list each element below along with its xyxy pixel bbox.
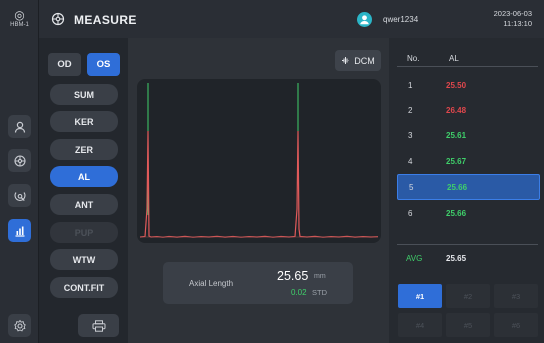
std-label: STD <box>312 288 327 297</box>
settings-icon <box>13 319 26 331</box>
readout-label: Axial Length <box>189 279 234 288</box>
column-header-no: No. <box>407 54 420 63</box>
avg-label: AVG <box>406 254 423 263</box>
printer-icon <box>92 319 105 332</box>
chart-nav-button[interactable] <box>8 219 31 242</box>
row-number: 2 <box>408 106 413 115</box>
sum-button[interactable]: SUM <box>50 84 118 105</box>
row-number: 5 <box>409 183 414 192</box>
row-number: 6 <box>408 209 413 218</box>
print-button[interactable] <box>78 314 119 337</box>
row-number: 4 <box>408 157 413 166</box>
settings-nav-button[interactable] <box>8 314 31 337</box>
username: qwer1234 <box>383 15 419 24</box>
row-al-value: 25.50 <box>446 81 467 90</box>
measurement-row[interactable]: 4 25.67 <box>397 149 540 174</box>
measurement-row[interactable]: 6 25.66 <box>397 201 540 226</box>
eye-scan-icon <box>13 191 26 201</box>
zer-button[interactable]: ZER <box>50 139 118 160</box>
row-al-value: 25.66 <box>447 183 468 192</box>
device-label: HBM-1 <box>10 22 29 28</box>
ker-button[interactable]: KER <box>50 111 118 132</box>
user-nav-button[interactable] <box>8 115 31 138</box>
measure-nav-button[interactable] <box>8 149 31 172</box>
datetime: 2023-06-03 11:13:10 <box>494 9 532 29</box>
dcm-button[interactable]: DCM <box>335 50 381 71</box>
user-avatar-icon[interactable] <box>357 12 372 27</box>
row-number: 3 <box>408 131 413 140</box>
row-al-value: 25.61 <box>446 131 467 140</box>
axial-length-value: 25.65 <box>277 269 309 283</box>
page-title: MEASURE <box>74 13 137 27</box>
os-toggle-button[interactable]: OS <box>87 53 120 76</box>
row-al-value: 25.66 <box>446 209 467 218</box>
avg-value: 25.65 <box>446 254 467 263</box>
pup-button: PUP <box>50 222 118 243</box>
user-icon <box>14 121 25 133</box>
measure-mode-icon <box>51 12 65 31</box>
header-divider <box>397 66 538 67</box>
axial-length-readout: Axial Length 25.65 mm 0.02 STD <box>163 262 353 304</box>
device-icon: ◎ <box>14 8 25 22</box>
date-text: 2023-06-03 <box>493 9 532 18</box>
dcm-label: DCM <box>354 55 375 66</box>
left-rail: ◎ HBM-1 <box>0 0 39 343</box>
row-al-value: 25.67 <box>446 157 467 166</box>
wtw-button[interactable]: WTW <box>50 249 118 270</box>
ant-button[interactable]: ANT <box>50 194 118 215</box>
axial-length-unit: mm <box>314 273 326 280</box>
top-header: MEASURE qwer1234 2023-06-03 11:13:10 <box>39 0 544 38</box>
slot-1-button[interactable]: #1 <box>398 284 442 308</box>
slot-4-button[interactable]: #4 <box>398 313 442 337</box>
chart-icon <box>15 226 24 237</box>
cont-fit-button[interactable]: CONT.FIT <box>50 277 118 298</box>
avg-divider <box>397 244 538 245</box>
slot-6-button[interactable]: #6 <box>494 313 538 337</box>
measurement-row[interactable]: 3 25.61 <box>397 123 540 148</box>
row-number: 1 <box>408 81 413 90</box>
slot-2-button[interactable]: #2 <box>446 284 490 308</box>
measurement-row-selected[interactable]: 5 25.66 <box>397 174 540 200</box>
waveform-trace <box>139 130 379 238</box>
measurement-row[interactable]: 1 25.50 <box>397 73 540 98</box>
od-toggle-button[interactable]: OD <box>48 53 81 76</box>
al-button[interactable]: AL <box>50 166 118 187</box>
slot-3-button[interactable]: #3 <box>494 284 538 308</box>
scan-nav-button[interactable] <box>8 184 31 207</box>
slot-5-button[interactable]: #5 <box>446 313 490 337</box>
row-al-value: 26.48 <box>446 106 467 115</box>
measurement-row[interactable]: 2 26.48 <box>397 98 540 123</box>
time-text: 11:13:10 <box>503 19 532 28</box>
a-scan-waveform <box>137 79 381 243</box>
device-logo: ◎ HBM-1 <box>0 9 39 28</box>
std-value: 0.02 <box>291 288 307 297</box>
waveform-icon <box>342 57 350 64</box>
column-header-al: AL <box>449 54 459 63</box>
measure-gear-icon <box>13 154 26 167</box>
